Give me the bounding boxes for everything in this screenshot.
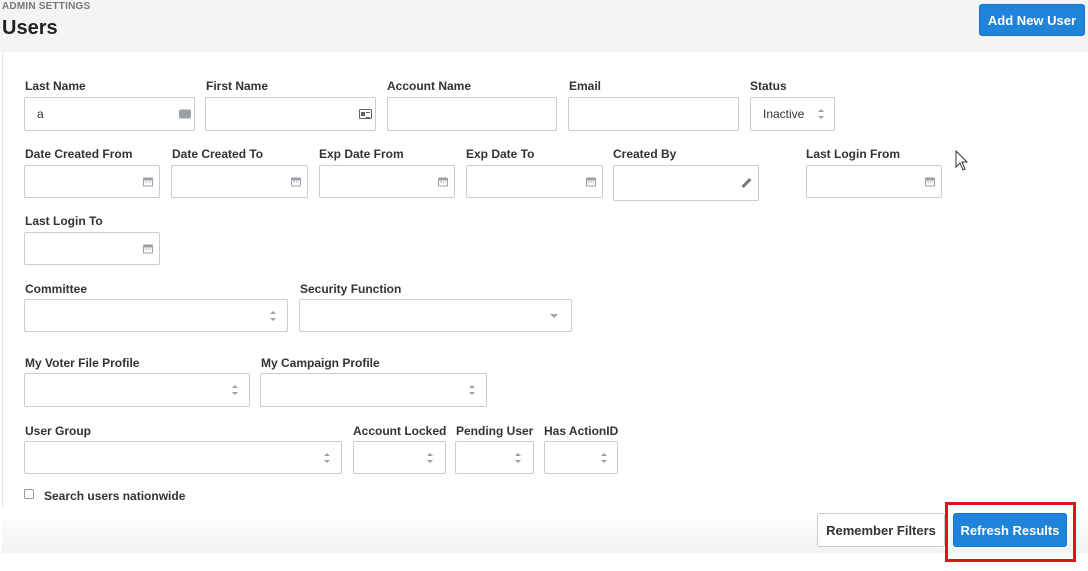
date-created-to-label: Date Created To (172, 147, 264, 161)
user-group-label: User Group (25, 424, 92, 438)
page-title: Users (2, 17, 58, 39)
security-function-select[interactable] (299, 299, 572, 332)
last-login-from-label: Last Login From (806, 147, 900, 161)
contact-card-icon[interactable] (359, 109, 372, 119)
pencil-icon[interactable] (741, 178, 752, 188)
pending-user-label: Pending User (456, 424, 534, 438)
has-actionid-select[interactable] (544, 441, 618, 474)
pending-user-select[interactable] (455, 441, 534, 474)
user-group-select[interactable] (24, 441, 342, 474)
page-header: ADMIN SETTINGS Users (0, 0, 1088, 52)
date-created-from-label: Date Created From (25, 147, 133, 161)
remember-filters-button[interactable]: Remember Filters (817, 513, 945, 547)
updown-arrows-icon (232, 385, 238, 395)
calendar-icon[interactable] (291, 177, 301, 186)
exp-date-to-input[interactable] (466, 165, 603, 198)
exp-date-from-input[interactable] (319, 165, 455, 198)
calendar-icon[interactable] (586, 177, 596, 186)
last-login-to-input[interactable] (24, 232, 160, 265)
updown-arrows-icon (427, 452, 433, 463)
account-name-input[interactable] (387, 97, 557, 131)
exp-date-to-label: Exp Date To (466, 147, 535, 161)
highlight-box (945, 502, 1076, 562)
committee-select[interactable] (24, 299, 288, 332)
last-login-from-input[interactable] (806, 165, 942, 198)
account-locked-select[interactable] (353, 441, 446, 474)
first-name-input[interactable] (205, 97, 376, 131)
updown-arrows-icon (270, 310, 276, 321)
last-name-value: a (37, 107, 44, 121)
page-bottom (0, 553, 1088, 571)
calendar-icon[interactable] (143, 244, 153, 253)
last-name-input[interactable]: a (24, 97, 195, 131)
voter-file-profile-select[interactable] (24, 373, 250, 407)
first-name-label: First Name (206, 79, 269, 93)
account-name-label: Account Name (387, 79, 472, 93)
calendar-icon[interactable] (438, 177, 448, 186)
add-new-user-button[interactable]: Add New User (979, 4, 1085, 36)
status-value: Inactive (763, 107, 805, 121)
account-locked-label: Account Locked (353, 424, 447, 438)
has-actionid-label: Has ActionID (544, 424, 619, 438)
calendar-icon[interactable] (925, 177, 935, 186)
mouse-cursor-icon (955, 150, 969, 171)
status-select[interactable]: Inactive (750, 97, 835, 131)
email-input[interactable] (568, 97, 739, 131)
created-by-label: Created By (613, 147, 677, 161)
last-name-label: Last Name (25, 79, 86, 93)
campaign-profile-select[interactable] (260, 373, 487, 407)
calendar-icon[interactable] (143, 177, 153, 186)
date-created-to-input[interactable] (171, 165, 308, 198)
email-label: Email (569, 79, 602, 93)
updown-arrows-icon (601, 452, 607, 463)
committee-label: Committee (25, 282, 88, 296)
status-label: Status (750, 79, 787, 93)
section-eyebrow: ADMIN SETTINGS (2, 1, 91, 12)
campaign-profile-label: My Campaign Profile (261, 356, 380, 370)
chevron-down-icon (550, 313, 558, 318)
updown-arrows-icon (324, 452, 330, 463)
updown-arrows-icon (818, 109, 824, 119)
updown-arrows-icon (469, 385, 475, 395)
date-created-from-input[interactable] (24, 165, 160, 198)
exp-date-from-label: Exp Date From (319, 147, 404, 161)
voter-file-profile-label: My Voter File Profile (25, 356, 140, 370)
security-function-label: Security Function (300, 282, 402, 296)
created-by-input[interactable] (613, 165, 759, 201)
updown-arrows-icon (515, 452, 521, 463)
autofill-icon[interactable] (179, 109, 191, 119)
last-login-to-label: Last Login To (25, 214, 103, 228)
nationwide-checkbox[interactable] (24, 489, 34, 499)
nationwide-label[interactable]: Search users nationwide (44, 489, 185, 503)
